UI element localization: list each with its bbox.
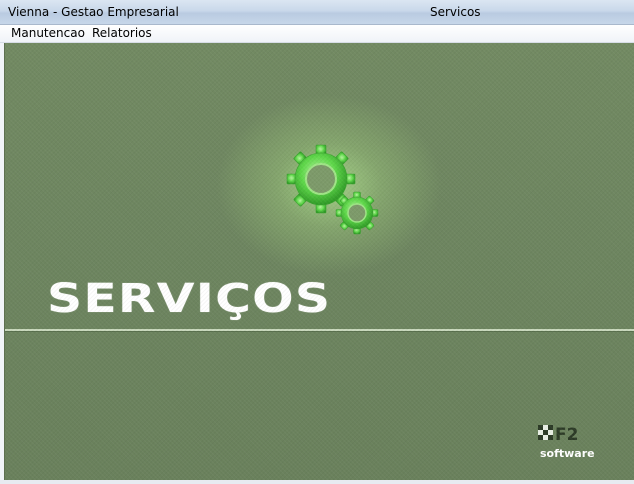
app-title: Vienna - Gestao Empresarial bbox=[8, 5, 179, 19]
divider-line bbox=[5, 329, 634, 331]
main-panel: SERVIÇOS F2 software bbox=[4, 43, 634, 480]
menu-item-relatorios[interactable]: Relatorios bbox=[89, 26, 155, 40]
screen-title: Servicos bbox=[430, 5, 481, 19]
menu-bar: Manutencao Relatorios bbox=[0, 25, 634, 43]
gears-icon bbox=[286, 144, 379, 235]
logo-subtext: software bbox=[540, 447, 595, 460]
menu-item-manutencao[interactable]: Manutencao bbox=[8, 26, 88, 40]
application-window: Vienna - Gestao Empresarial Servicos Man… bbox=[0, 0, 634, 484]
logo-mark-text: F2 bbox=[555, 425, 578, 445]
title-bar[interactable]: Vienna - Gestao Empresarial Servicos bbox=[0, 0, 634, 25]
section-heading: SERVIÇOS bbox=[47, 276, 332, 322]
bottom-border bbox=[0, 480, 634, 484]
